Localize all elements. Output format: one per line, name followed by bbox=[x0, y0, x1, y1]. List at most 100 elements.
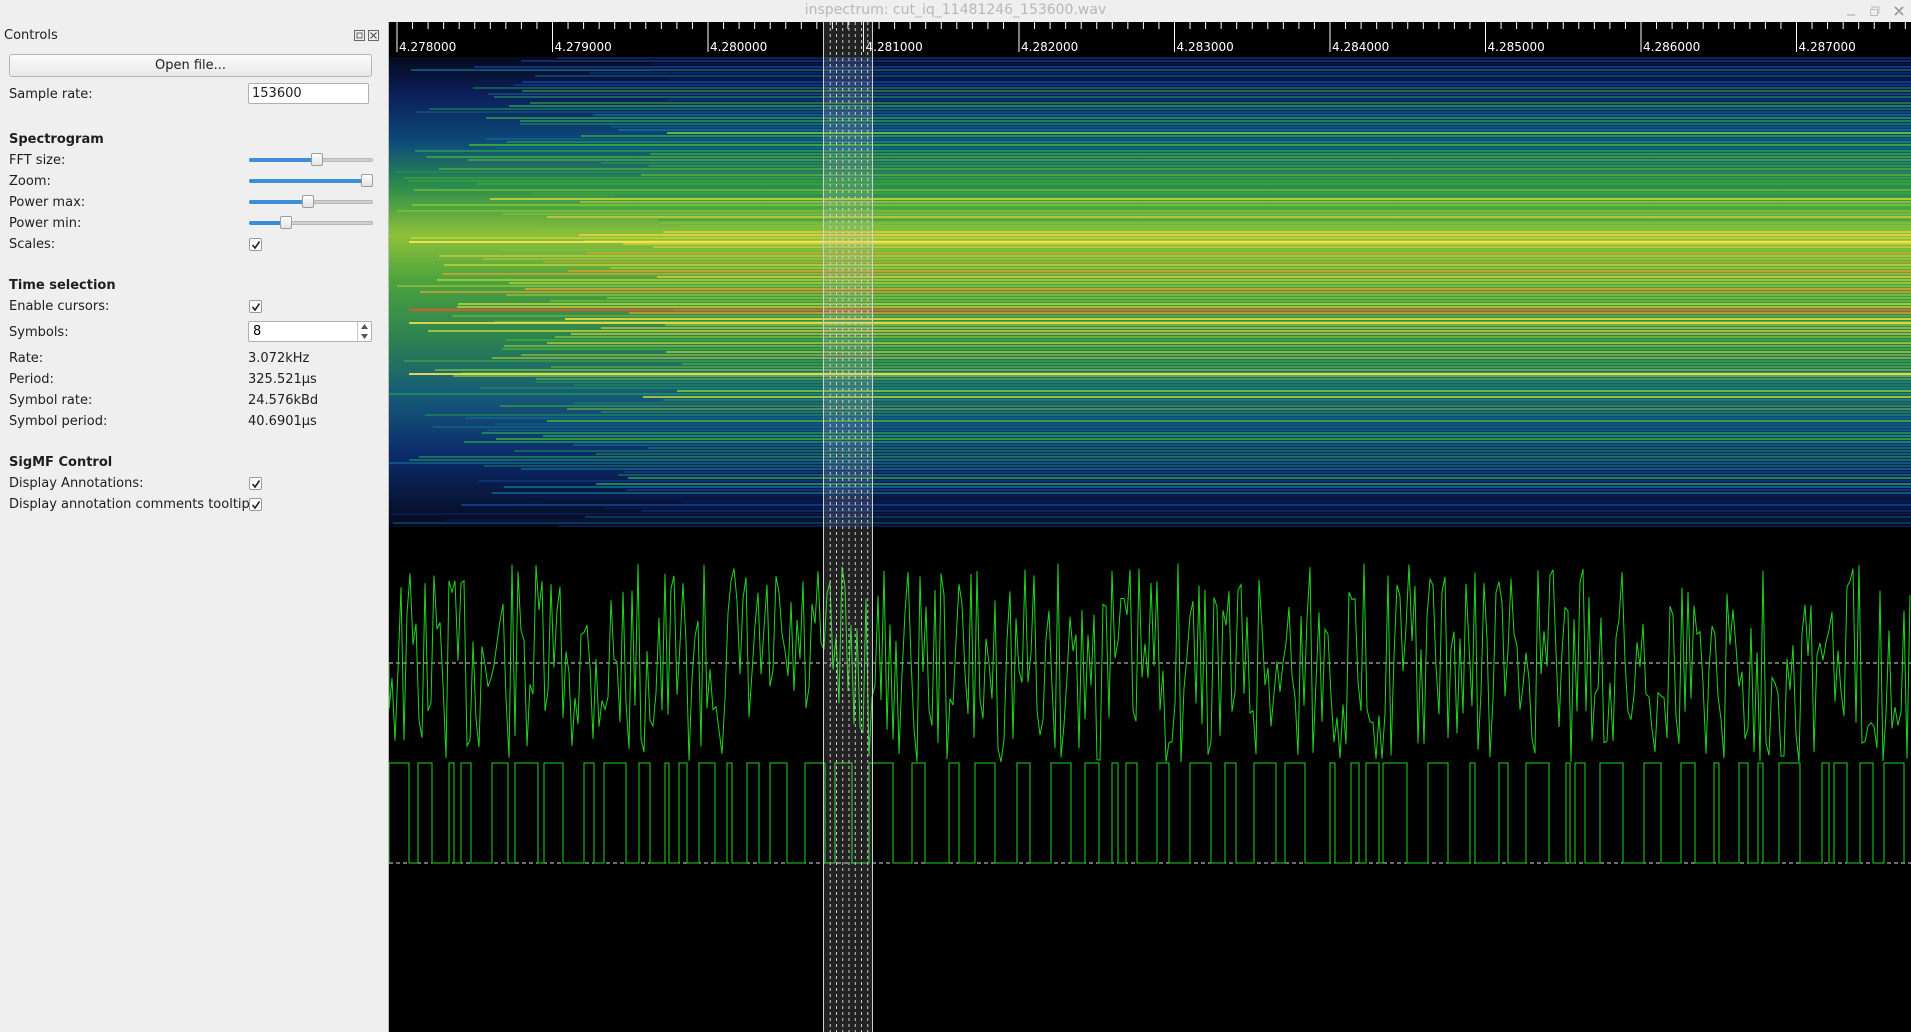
spectrogram-streak bbox=[389, 462, 1911, 464]
spectrogram-streak bbox=[547, 420, 1911, 422]
minimize-icon[interactable] bbox=[1843, 3, 1859, 19]
spectrogram-streak bbox=[571, 333, 1911, 335]
checkmark-icon bbox=[251, 303, 261, 312]
spectrogram-streak bbox=[464, 441, 1911, 443]
spectrogram-streak bbox=[601, 327, 1911, 329]
spectrogram-streak bbox=[480, 387, 1911, 389]
spectrogram-streak bbox=[502, 213, 1911, 215]
enable-cursors-checkbox[interactable] bbox=[249, 300, 262, 313]
spectrogram-streak bbox=[468, 159, 1911, 161]
spectrogram-streak bbox=[506, 294, 1911, 296]
spectrogram-bands bbox=[389, 57, 1911, 527]
spectrogram-streak bbox=[514, 84, 1911, 86]
spectrogram-streak bbox=[494, 96, 1911, 98]
scales-checkbox[interactable] bbox=[249, 238, 262, 251]
spectrogram-streak bbox=[504, 486, 1911, 488]
spectrogram-streak bbox=[523, 495, 1911, 497]
fft-size-slider[interactable] bbox=[249, 153, 373, 167]
symbol-rate-label: Symbol rate: bbox=[9, 393, 93, 408]
checkmark-icon bbox=[251, 501, 261, 510]
analog-trace bbox=[389, 563, 1911, 763]
ruler-tick-label: 4.280000 bbox=[710, 40, 768, 54]
spectrogram-streak bbox=[610, 267, 1911, 269]
spectrogram-streak bbox=[492, 492, 1911, 494]
spectrogram-streak bbox=[404, 360, 1911, 362]
open-file-button[interactable]: Open file... bbox=[9, 54, 372, 77]
spin-down-icon[interactable] bbox=[358, 332, 371, 341]
checkmark-icon bbox=[251, 241, 261, 250]
window-title: inspectrum: cut_iq_11481246_153600.wav bbox=[804, 2, 1107, 18]
period-value: 325.521µs bbox=[248, 372, 317, 387]
ruler-tick-label: 4.284000 bbox=[1332, 40, 1390, 54]
spectrogram-streak bbox=[492, 357, 1911, 359]
plot-viewer[interactable]: 4.278000 4.279000 4.280000 4.281000 4.282000… bbox=[389, 22, 1911, 1032]
spectrogram-streak bbox=[580, 201, 1911, 203]
spectrogram-streak bbox=[504, 345, 1911, 347]
symbols-label: Symbols: bbox=[9, 325, 69, 340]
spectrogram-streak bbox=[520, 123, 1911, 125]
dock-title: Controls bbox=[4, 28, 58, 43]
spectrogram-streak bbox=[551, 366, 1911, 368]
spectrogram-streak bbox=[509, 105, 1911, 107]
spectrogram-streak bbox=[573, 402, 1911, 404]
ruler-tick-label: 4.282000 bbox=[1021, 40, 1079, 54]
spectrogram-streak bbox=[611, 126, 1911, 128]
spectrogram-streak bbox=[453, 375, 1911, 377]
spectrogram-streak bbox=[438, 186, 1911, 188]
spectrogram-hot-line bbox=[409, 373, 1911, 375]
spectrogram-hot-line bbox=[409, 241, 1911, 243]
spectrogram-streak bbox=[514, 450, 1911, 452]
slider-handle[interactable] bbox=[361, 174, 373, 187]
spectrogram-streak bbox=[544, 498, 1911, 500]
power-min-slider[interactable] bbox=[249, 216, 373, 230]
spectrogram-streak bbox=[535, 381, 1911, 383]
dock-float-icon[interactable] bbox=[354, 30, 365, 41]
spectrogram-streak bbox=[547, 216, 1911, 218]
spectrogram-streak bbox=[509, 282, 1911, 284]
fft-size-label: FFT size: bbox=[9, 153, 66, 168]
spectrogram-streak bbox=[414, 189, 1911, 191]
spectrogram-streak bbox=[525, 288, 1911, 290]
spectrogram-streak bbox=[629, 312, 1911, 314]
spectrogram-streak bbox=[452, 315, 1911, 317]
spectrogram-streak bbox=[547, 342, 1911, 344]
spectrogram-streak bbox=[565, 318, 1911, 320]
time-selection-cursors[interactable] bbox=[823, 22, 873, 1032]
spectrogram-streak bbox=[469, 144, 1911, 146]
spectrogram-streak bbox=[439, 168, 1911, 170]
spectrogram-streak bbox=[490, 198, 1911, 200]
trace-plots[interactable] bbox=[389, 527, 1911, 1032]
spectrogram-streak bbox=[408, 180, 1911, 182]
zoom-slider[interactable] bbox=[249, 174, 373, 188]
sample-rate-input[interactable] bbox=[248, 83, 369, 104]
symbol-rate-value: 24.576kBd bbox=[248, 393, 319, 408]
spectrogram-streak bbox=[393, 522, 1911, 524]
power-max-slider[interactable] bbox=[249, 195, 373, 209]
spectrogram-streak bbox=[607, 297, 1911, 299]
annotation-tooltips-checkbox[interactable] bbox=[249, 498, 262, 511]
spectrogram-streak bbox=[532, 192, 1911, 194]
close-window-icon[interactable] bbox=[1891, 3, 1907, 19]
slider-handle[interactable] bbox=[280, 216, 292, 229]
spin-up-icon[interactable] bbox=[358, 322, 371, 331]
slider-handle[interactable] bbox=[302, 195, 314, 208]
dock-close-icon[interactable] bbox=[368, 30, 379, 41]
symbols-spinbox[interactable] bbox=[248, 321, 372, 342]
slider-fill bbox=[249, 179, 367, 183]
spectrogram-streak bbox=[474, 66, 1911, 68]
spectrogram-streak bbox=[411, 237, 1911, 239]
spectrogram-streak bbox=[522, 81, 1911, 83]
spectrogram-streak bbox=[550, 300, 1911, 302]
spectrogram-streak bbox=[500, 405, 1911, 407]
display-annotations-checkbox[interactable] bbox=[249, 477, 262, 490]
slider-handle[interactable] bbox=[311, 153, 323, 166]
window-controls bbox=[1843, 0, 1907, 22]
spectrogram-streak bbox=[601, 162, 1911, 164]
symbols-input[interactable] bbox=[249, 322, 365, 341]
spectrogram-streak bbox=[429, 108, 1911, 110]
spectrogram-streak bbox=[496, 147, 1911, 149]
spectrogram-streak bbox=[605, 507, 1911, 509]
spectrogram-streak bbox=[557, 57, 1911, 59]
spectrogram-plot[interactable] bbox=[389, 57, 1911, 527]
restore-icon[interactable] bbox=[1867, 3, 1883, 19]
